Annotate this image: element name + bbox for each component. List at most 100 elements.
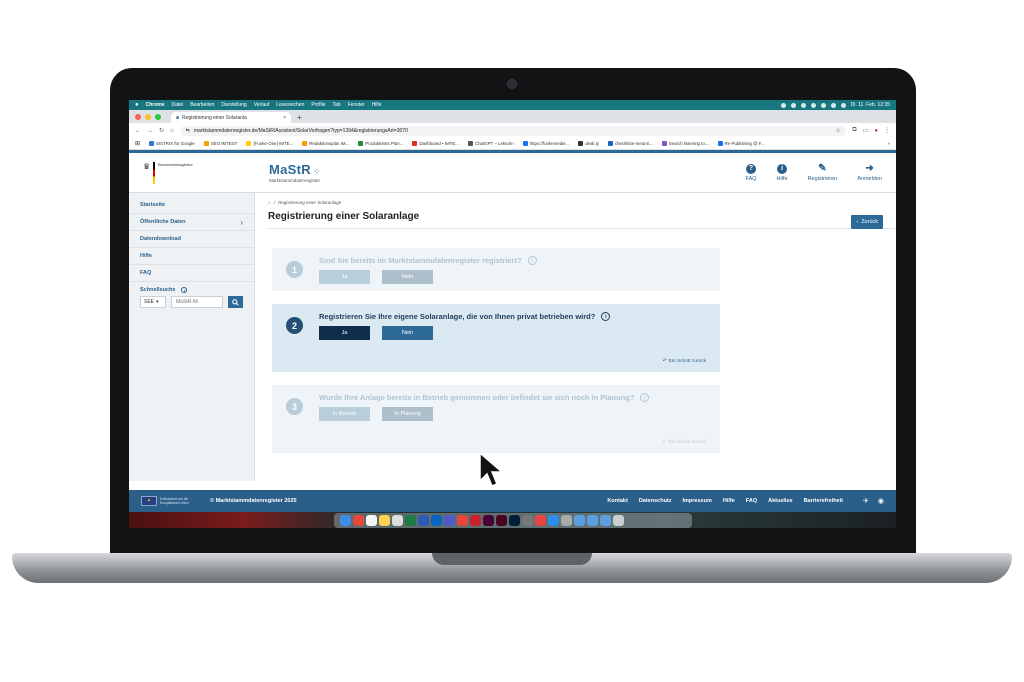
app-icon[interactable] xyxy=(535,515,546,526)
menu-profile[interactable]: Profile xyxy=(311,102,325,108)
new-tab-button[interactable]: + xyxy=(297,112,302,123)
status-icon[interactable] xyxy=(810,102,816,108)
step-back-link[interactable]: ↶ Ein Schritt zurück xyxy=(663,359,706,364)
quick-search-button[interactable] xyxy=(228,296,243,308)
info-icon[interactable]: i xyxy=(181,287,188,293)
back-button[interactable]: ‹ Zurück xyxy=(851,215,883,229)
sidebar-item-oeffentliche-daten[interactable]: Öffentliche Daten › xyxy=(129,214,254,231)
menu-verlauf[interactable]: Verlauf xyxy=(254,102,270,108)
teams-icon[interactable] xyxy=(444,515,455,526)
no-button[interactable]: Nein xyxy=(382,326,433,340)
info-icon[interactable]: i xyxy=(601,312,611,321)
browser-tab[interactable]: ■ Registrierung einer Solaranla × xyxy=(171,112,291,123)
bookmark-item[interactable]: Produkttests Plan... xyxy=(358,141,403,146)
reload-icon[interactable]: ↻ xyxy=(159,127,164,134)
bookmark-item[interactable]: Dashboard • IMTE... xyxy=(412,141,459,146)
menubar-clock[interactable]: Di. 11. Feb. 12:35 xyxy=(851,102,890,108)
in-betrieb-button[interactable]: In Betrieb xyxy=(319,407,370,421)
app-icon[interactable] xyxy=(392,515,403,526)
sidebar-item-datendownload[interactable]: Datendownload xyxy=(129,231,254,248)
back-arrow-icon[interactable]: ← xyxy=(135,128,141,134)
indesign-icon[interactable] xyxy=(483,515,494,526)
trash-icon[interactable] xyxy=(613,515,624,526)
yes-button[interactable]: Ja xyxy=(319,270,370,284)
outlook-icon[interactable] xyxy=(431,515,442,526)
extensions-icon[interactable]: ⧉ xyxy=(852,127,856,134)
folder-icon[interactable] xyxy=(574,515,585,526)
footer-link-kontakt[interactable]: Kontakt xyxy=(607,498,627,504)
calendar-icon[interactable] xyxy=(366,515,377,526)
app-icon[interactable] xyxy=(522,515,533,526)
nav-anmelden[interactable]: ➜ Anmelden xyxy=(857,163,882,182)
bookmark-item[interactable]: https://funkemedie... xyxy=(522,141,569,146)
home-icon[interactable]: ⌂ xyxy=(170,128,174,134)
no-button[interactable]: Nein xyxy=(382,270,433,284)
bookmark-item[interactable]: [Funke-One] IMTE... xyxy=(246,141,293,146)
bookmark-item[interactable]: Re-Publishing @ F... xyxy=(717,141,765,146)
incopy-icon[interactable] xyxy=(496,515,507,526)
bookmark-item[interactable]: desk.ly xyxy=(578,141,599,146)
nav-hilfe[interactable]: i Hilfe xyxy=(777,163,788,182)
menu-tab[interactable]: Tab xyxy=(333,102,341,108)
excel-icon[interactable] xyxy=(405,515,416,526)
chrome-icon[interactable] xyxy=(457,515,468,526)
search-icon[interactable] xyxy=(840,102,846,108)
footer-link-aktuelles[interactable]: Aktuelles xyxy=(768,498,792,504)
sidebar-item-hilfe[interactable]: Hilfe xyxy=(129,248,254,265)
apple-icon[interactable]: ● xyxy=(135,102,139,108)
menu-fenster[interactable]: Fenster xyxy=(348,102,365,108)
bookmark-item[interactable]: Redaktionsplan IM... xyxy=(302,141,349,146)
status-icon[interactable] xyxy=(790,102,796,108)
status-icon[interactable] xyxy=(800,102,806,108)
profile-avatar[interactable]: ● xyxy=(874,128,878,134)
footer-link-datenschutz[interactable]: Datenschutz xyxy=(639,498,672,504)
kebab-menu-icon[interactable]: ⋮ xyxy=(884,127,890,134)
folder-icon[interactable] xyxy=(587,515,598,526)
minimize-window-icon[interactable] xyxy=(145,113,151,120)
word-icon[interactable] xyxy=(418,515,429,526)
in-planung-button[interactable]: In Planung xyxy=(382,407,433,421)
bookmark-item[interactable]: SISTRIX für Google xyxy=(149,141,195,146)
acrobat-icon[interactable] xyxy=(470,515,481,526)
bird-icon[interactable]: ✈ xyxy=(863,497,869,505)
bookmark-item[interactable]: SEO IMTEST xyxy=(203,141,237,146)
photoshop-icon[interactable] xyxy=(509,515,520,526)
info-icon[interactable]: i xyxy=(640,393,650,402)
footer-link-barrierefreiheit[interactable]: Barrierefreiheit xyxy=(804,498,843,504)
folder-icon[interactable] xyxy=(600,515,611,526)
menu-chrome[interactable]: Chrome xyxy=(146,102,165,108)
app-icon[interactable] xyxy=(561,515,572,526)
mastr-number-input[interactable] xyxy=(171,296,223,308)
nav-registrieren[interactable]: ✎ Registrieren xyxy=(808,163,838,182)
app-icon[interactable] xyxy=(548,515,559,526)
menu-lesezeichen[interactable]: Lesezeichen xyxy=(276,102,304,108)
nav-faq[interactable]: ? FAQ xyxy=(746,163,757,182)
bookmark-star-icon[interactable]: ☆ xyxy=(836,128,840,134)
sidepanel-icon[interactable]: ▭ xyxy=(863,127,869,134)
unit-type-select[interactable]: SEE ▾ xyxy=(140,296,166,308)
status-icon[interactable] xyxy=(780,102,786,108)
bookmark-item[interactable]: ChatGPT – Lektorin xyxy=(467,141,514,146)
wifi-icon[interactable] xyxy=(830,102,836,108)
footer-link-faq[interactable]: FAQ xyxy=(746,498,757,504)
finder-icon[interactable] xyxy=(340,515,351,526)
tab-close-icon[interactable]: × xyxy=(283,115,286,121)
address-bar[interactable]: ⇋ marktstammdatenregister.de/MaStR/Assis… xyxy=(179,125,847,136)
apps-grid-icon[interactable]: ⊞ xyxy=(135,140,140,147)
step-back-link[interactable]: ↶ Ein Schritt zurück xyxy=(663,440,706,445)
yes-button[interactable]: Ja xyxy=(319,326,370,340)
footer-link-hilfe[interactable]: Hilfe xyxy=(723,498,735,504)
bookmarks-overflow-icon[interactable]: » xyxy=(888,141,890,146)
menu-hilfe[interactable]: Hilfe xyxy=(372,102,382,108)
bookmark-item[interactable]: Search listening to... xyxy=(661,141,709,146)
bookmark-item[interactable]: checkliste-meta-ti... xyxy=(607,141,653,146)
maximize-window-icon[interactable] xyxy=(155,113,161,120)
sidebar-item-startseite[interactable]: Startseite xyxy=(129,197,254,214)
menu-datei[interactable]: Datei xyxy=(172,102,184,108)
mastodon-icon[interactable]: ◉ xyxy=(878,497,884,505)
notes-icon[interactable] xyxy=(379,515,390,526)
menu-darstellung[interactable]: Darstellung xyxy=(221,102,246,108)
home-icon[interactable]: ⌂ xyxy=(268,200,271,205)
menu-bearbeiten[interactable]: Bearbeiten xyxy=(190,102,214,108)
info-icon[interactable]: i xyxy=(527,256,537,265)
